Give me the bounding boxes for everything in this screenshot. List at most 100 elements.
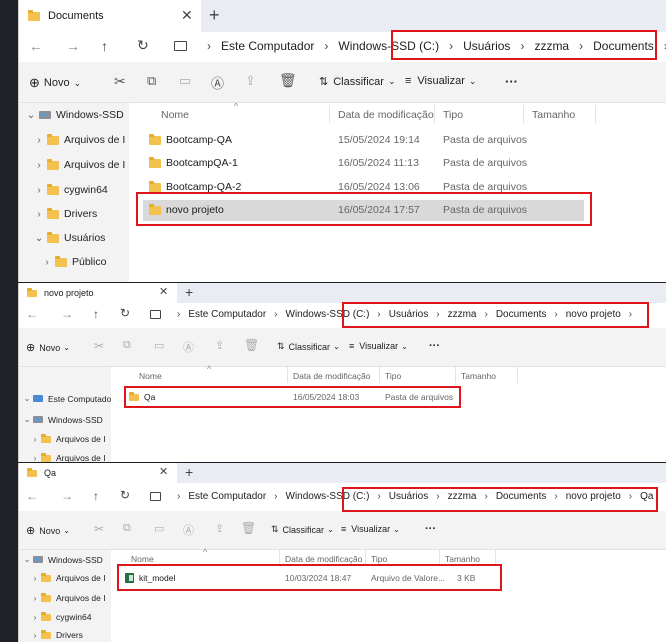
paste-icon[interactable]: ▭ xyxy=(154,339,164,352)
rename-icon[interactable]: Ⓐ xyxy=(183,522,194,538)
sidebar-item-arquivos-2[interactable]: › Arquivos de I xyxy=(29,592,106,603)
chevron-right-icon[interactable]: › xyxy=(29,573,41,583)
delete-icon[interactable]: 🗑 xyxy=(279,72,297,89)
more-options-button[interactable]: ··· xyxy=(505,74,518,89)
breadcrumb-item[interactable]: Este Computador xyxy=(188,309,266,320)
forward-arrow-icon[interactable]: → xyxy=(61,307,73,321)
sidebar-item-windows-ssd[interactable]: ⌄ Windows-SSD xyxy=(21,554,102,565)
more-options-button[interactable]: ··· xyxy=(429,340,440,352)
new-tab-icon[interactable]: + xyxy=(209,5,220,26)
close-tab-icon[interactable]: ✕ xyxy=(159,285,168,298)
column-header-date[interactable]: Data de modificação xyxy=(293,371,371,381)
column-header-type[interactable]: Tipo xyxy=(443,109,463,121)
breadcrumb-item[interactable]: Este Computador xyxy=(221,39,314,53)
new-tab-icon[interactable]: + xyxy=(185,284,193,300)
sidebar-item-cygwin64[interactable]: › cygwin64 xyxy=(31,183,108,196)
chevron-right-icon[interactable]: › xyxy=(29,593,41,603)
chevron-right-icon[interactable]: › xyxy=(31,134,47,146)
column-header-size[interactable]: Tamanho xyxy=(532,109,575,121)
cut-icon[interactable]: ✂ xyxy=(94,522,104,536)
breadcrumb-item[interactable]: Este Computador xyxy=(188,491,266,502)
chevron-right-icon[interactable]: › xyxy=(29,434,41,444)
chevron-right-icon[interactable]: › xyxy=(29,612,41,622)
new-tab-icon[interactable]: + xyxy=(185,464,193,480)
copy-icon[interactable]: ⧉ xyxy=(123,339,131,352)
chevron-right-icon[interactable]: › xyxy=(31,184,47,196)
sidebar-item-arquivos-1[interactable]: › Arquivos de I xyxy=(29,433,106,444)
chevron-right-icon[interactable]: › xyxy=(39,256,55,268)
more-options-button[interactable]: ··· xyxy=(425,523,436,535)
column-header-type[interactable]: Tipo xyxy=(385,371,401,381)
chevron-right-icon[interactable]: › xyxy=(29,630,41,640)
share-icon[interactable]: ⇪ xyxy=(215,522,224,535)
share-icon[interactable]: ⇪ xyxy=(215,339,224,352)
close-tab-icon[interactable]: ✕ xyxy=(159,465,168,478)
copy-icon[interactable]: ⧉ xyxy=(123,522,131,535)
new-button[interactable]: ⊕ Novo ⌄ xyxy=(26,341,70,354)
chevron-right-icon[interactable]: › xyxy=(31,208,47,220)
copy-icon[interactable]: ⧉ xyxy=(147,73,156,89)
sidebar-item-drivers[interactable]: › Drivers xyxy=(29,629,83,640)
chevron-down-icon[interactable]: ⌄ xyxy=(23,109,39,121)
up-arrow-icon[interactable]: ↑ xyxy=(93,489,99,503)
close-tab-icon[interactable]: ✕ xyxy=(181,7,193,24)
chevron-down-icon[interactable]: ⌄ xyxy=(31,232,47,244)
sort-button[interactable]: ⇅ Classificar ⌄ xyxy=(319,75,396,89)
sidebar-item-windows-ssd[interactable]: ⌄ Windows-SSD xyxy=(23,109,124,121)
rename-icon[interactable]: Ⓐ xyxy=(183,339,194,355)
sidebar-item-arquivos-2[interactable]: › Arquivos de I xyxy=(31,158,125,171)
sidebar-item-arquivos-1[interactable]: › Arquivos de I xyxy=(31,133,125,146)
column-header-type[interactable]: Tipo xyxy=(371,554,387,564)
share-icon[interactable]: ⇪ xyxy=(245,73,256,89)
chevron-down-icon[interactable]: ⌄ xyxy=(21,554,33,565)
sidebar-item-arquivos-2[interactable]: › Arquivos de I xyxy=(29,452,106,462)
back-arrow-icon[interactable]: ← xyxy=(26,307,38,321)
view-button[interactable]: ≡ Visualizar ⌄ xyxy=(405,75,476,87)
paste-icon[interactable]: ▭ xyxy=(179,73,191,89)
rename-icon[interactable]: Ⓐ xyxy=(211,73,224,92)
delete-icon[interactable]: 🗑 xyxy=(241,521,256,535)
file-row[interactable]: Bootcamp-QA 15/05/2024 19:14 Pasta de ar… xyxy=(129,130,599,150)
cut-icon[interactable]: ✂ xyxy=(114,73,126,90)
sidebar-item-arquivos-1[interactable]: › Arquivos de I xyxy=(29,572,106,583)
paste-icon[interactable]: ▭ xyxy=(154,522,164,535)
delete-icon[interactable]: 🗑 xyxy=(244,338,259,352)
column-header-name[interactable]: Nome xyxy=(131,554,154,564)
column-header-date[interactable]: Data de modificação xyxy=(338,109,434,121)
chevron-down-icon[interactable]: ⌄ xyxy=(21,414,33,425)
tab-qa[interactable]: Qa ✕ xyxy=(19,463,177,483)
refresh-icon[interactable]: ↻ xyxy=(137,37,149,54)
back-arrow-icon[interactable]: ← xyxy=(26,489,38,503)
view-button[interactable]: ≡ Visualizar ⌄ xyxy=(341,524,400,534)
sort-button[interactable]: ⇅ Classificar ⌄ xyxy=(271,524,334,535)
chevron-right-icon[interactable]: › xyxy=(31,159,47,171)
cut-icon[interactable]: ✂ xyxy=(94,339,104,353)
sidebar-item-cygwin64[interactable]: › cygwin64 xyxy=(29,611,91,622)
chevron-down-icon[interactable]: ⌄ xyxy=(21,393,33,404)
column-header-size[interactable]: Tamanho xyxy=(445,554,480,564)
chevron-right-icon[interactable]: › xyxy=(29,453,41,462)
forward-arrow-icon[interactable]: → xyxy=(61,489,73,503)
up-arrow-icon[interactable]: ↑ xyxy=(93,307,99,321)
sidebar-item-drivers[interactable]: › Drivers xyxy=(31,207,97,220)
sidebar-item-windows-ssd[interactable]: ⌄ Windows-SSD xyxy=(21,414,102,425)
column-header-date[interactable]: Data de modificação xyxy=(285,554,363,564)
refresh-icon[interactable]: ↻ xyxy=(120,488,130,502)
column-header-size[interactable]: Tamanho xyxy=(461,371,496,381)
tab-novo-projeto[interactable]: novo projeto ✕ xyxy=(19,283,177,303)
view-button[interactable]: ≡ Visualizar ⌄ xyxy=(349,341,408,351)
up-arrow-icon[interactable]: ↑ xyxy=(101,38,108,54)
sort-button[interactable]: ⇅ Classificar ⌄ xyxy=(277,341,340,352)
column-header-name[interactable]: Nome xyxy=(161,109,189,121)
tab-documents[interactable]: Documents ✕ xyxy=(19,0,201,32)
sidebar-item-este-computador[interactable]: ⌄ Este Computado xyxy=(21,393,111,404)
back-arrow-icon[interactable]: ← xyxy=(29,38,43,54)
refresh-icon[interactable]: ↻ xyxy=(120,306,130,320)
sidebar-item-publico[interactable]: › Público xyxy=(39,255,106,268)
new-button[interactable]: ⊕ Novo ⌄ xyxy=(29,75,81,91)
sidebar-item-usuarios[interactable]: ⌄ Usuários xyxy=(31,231,105,244)
forward-arrow-icon[interactable]: → xyxy=(66,38,80,54)
file-row[interactable]: BootcampQA-1 16/05/2024 11:13 Pasta de a… xyxy=(129,153,599,173)
column-header-name[interactable]: Nome xyxy=(139,371,162,381)
new-button[interactable]: ⊕ Novo ⌄ xyxy=(26,524,70,537)
